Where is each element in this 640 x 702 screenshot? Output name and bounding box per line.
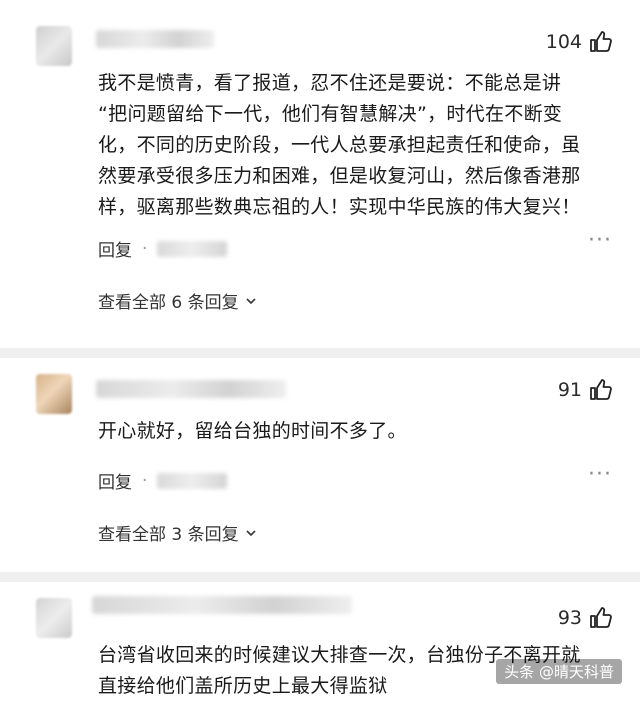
- timestamp-blurred: [157, 240, 228, 257]
- like-count-value: 93: [557, 607, 582, 629]
- avatar[interactable]: [36, 26, 72, 66]
- timestamp-blurred: [157, 472, 228, 489]
- avatar[interactable]: [36, 374, 72, 414]
- text-line: “把问题留给下一代，他们有智慧解决”，时代在不断变: [98, 103, 563, 125]
- view-all-label: 查看全部 6 条回复: [98, 293, 239, 313]
- divider: [0, 348, 640, 358]
- text-line: 化，不同的历史阶段，一代人总要承担起责任和使命，虽: [98, 134, 581, 156]
- view-all-replies-button[interactable]: 查看全部 6 条回复: [98, 288, 257, 313]
- thumbs-up-icon[interactable]: [588, 606, 612, 630]
- comment-2: 91 开心就好，留给台独的时间不多了。 回复 · ··· 查看全部 3 条回复: [0, 358, 640, 568]
- username-blurred: [92, 596, 352, 614]
- reply-button[interactable]: 回复: [98, 236, 132, 261]
- avatar[interactable]: [36, 598, 72, 638]
- text-line: 然要承受很多压力和困难，但是收复河山，然后像香港那: [98, 165, 581, 187]
- text-line: 开心就好，留给台独的时间不多了。: [98, 420, 407, 442]
- more-options-icon[interactable]: ···: [588, 228, 612, 253]
- separator-dot: ·: [142, 470, 148, 491]
- like-count[interactable]: 91: [558, 378, 612, 402]
- thumbs-up-icon[interactable]: [588, 30, 612, 54]
- divider: [0, 572, 640, 582]
- like-count-value: 104: [545, 31, 582, 53]
- reply-row: 回复 ·: [98, 236, 228, 261]
- like-count-value: 91: [557, 379, 582, 401]
- like-count[interactable]: 104: [546, 30, 612, 54]
- chevron-down-icon: [246, 529, 256, 536]
- comment-1: 104 我不是愤青，看了报道，忍不住还是要说：不能总是讲 “把问题留给下一代，他…: [0, 0, 640, 345]
- text-line: 我不是愤青，看了报道，忍不住还是要说：不能总是讲: [98, 72, 562, 94]
- comment-text: 开心就好，留给台独的时间不多了。: [98, 416, 618, 447]
- view-all-label: 查看全部 3 条回复: [98, 525, 239, 545]
- view-all-replies-button[interactable]: 查看全部 3 条回复: [98, 520, 257, 545]
- chevron-down-icon: [246, 297, 256, 304]
- more-options-icon[interactable]: ···: [588, 462, 612, 487]
- username-blurred: [96, 30, 214, 48]
- text-line: 样，驱离那些数典忘祖的人！实现中华民族的伟大复兴！: [98, 196, 581, 218]
- username-blurred: [96, 380, 286, 398]
- comment-text: 我不是愤青，看了报道，忍不住还是要说：不能总是讲 “把问题留给下一代，他们有智慧…: [98, 68, 618, 223]
- like-count[interactable]: 93: [558, 606, 612, 630]
- reply-row: 回复 ·: [98, 468, 228, 493]
- separator-dot: ·: [142, 238, 148, 259]
- thumbs-up-icon[interactable]: [588, 378, 612, 402]
- watermark: 头条 @晴天科普: [496, 659, 622, 684]
- reply-button[interactable]: 回复: [98, 468, 132, 493]
